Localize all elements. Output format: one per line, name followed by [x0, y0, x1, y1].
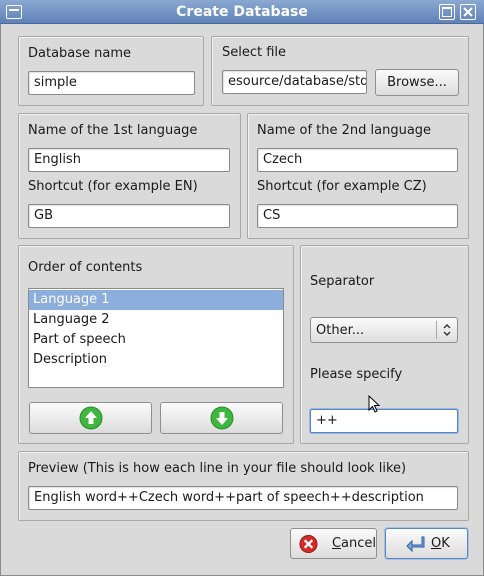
order-list[interactable]: Language 1 Language 2 Part of speech Des…: [28, 288, 284, 388]
specify-label: Please specify: [310, 367, 403, 382]
browse-button-label: Browse...: [387, 75, 447, 90]
second-language-name-field[interactable]: Czech: [257, 148, 458, 172]
separator-specify-field[interactable]: ++: [310, 409, 458, 433]
first-language-shortcut-label: Shortcut (for example EN): [28, 179, 198, 194]
second-language-name-label: Name of the 2nd language: [257, 123, 432, 138]
order-label: Order of contents: [28, 260, 143, 275]
maximize-button[interactable]: [439, 4, 455, 20]
order-item-part-of-speech[interactable]: Part of speech: [29, 330, 283, 350]
maximize-icon: [442, 7, 452, 17]
second-language-shortcut-label: Shortcut (for example CZ): [257, 179, 427, 194]
ok-button-label: OK: [431, 536, 450, 551]
move-up-button[interactable]: [29, 402, 152, 434]
order-item-language-2[interactable]: Language 2: [29, 310, 283, 330]
separator-select-value: Other...: [316, 322, 365, 338]
first-language-name-field[interactable]: English: [28, 148, 230, 172]
cancel-button-label: Cancel: [331, 536, 376, 551]
separator-select-divider: [436, 321, 437, 339]
order-item-language-1[interactable]: Language 1: [29, 290, 283, 310]
close-button[interactable]: [460, 4, 476, 20]
up-down-chevron-icon: [443, 324, 451, 336]
order-item-description[interactable]: Description: [29, 350, 283, 370]
arrow-up-icon: [79, 406, 102, 430]
separator-select[interactable]: Other...: [310, 317, 458, 343]
separator-label: Separator: [310, 274, 375, 289]
cancel-icon: [299, 534, 318, 553]
move-down-button[interactable]: [160, 402, 283, 434]
enter-arrow-icon: [406, 536, 425, 552]
arrow-down-icon: [210, 406, 233, 430]
database-name-field[interactable]: simple: [28, 71, 195, 95]
preview-label: Preview (This is how each line in your f…: [28, 461, 407, 476]
preview-field: English word++Czech word++part of speech…: [28, 486, 458, 510]
cancel-button[interactable]: Cancel: [290, 528, 377, 559]
select-file-label: Select file: [222, 45, 287, 60]
database-name-label: Database name: [28, 46, 132, 61]
window-title: Create Database: [176, 4, 308, 20]
file-path-field[interactable]: esource/database/std: [222, 70, 367, 94]
second-language-shortcut-field[interactable]: CS: [257, 204, 458, 228]
ok-button[interactable]: OK: [385, 528, 468, 559]
first-language-name-label: Name of the 1st language: [28, 123, 198, 138]
close-icon: [463, 7, 473, 17]
mouse-cursor-icon: [368, 395, 381, 413]
first-language-shortcut-field[interactable]: GB: [28, 204, 230, 228]
browse-button[interactable]: Browse...: [375, 69, 459, 96]
